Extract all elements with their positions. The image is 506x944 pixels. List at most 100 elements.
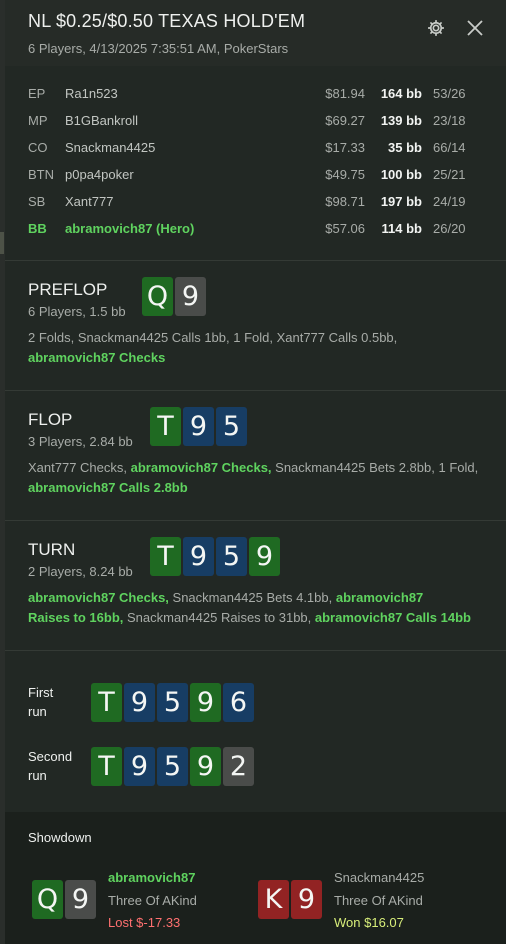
player-row[interactable]: CO Snackman4425 $17.33 35 bb 66/14	[5, 134, 506, 161]
card: 9	[183, 537, 214, 576]
card: K	[258, 880, 289, 919]
card: 5	[216, 407, 247, 446]
card: 6	[223, 683, 254, 722]
player-stack: $57.06	[325, 221, 365, 236]
players-table: EP Ra1n523 $81.94 164 bb 53/26 MP B1GBan…	[5, 80, 506, 242]
showdown-player-name: abramovich87	[108, 870, 196, 885]
card: Q	[142, 277, 173, 316]
player-position: EP	[28, 86, 46, 101]
player-position: BTN	[28, 167, 54, 182]
street-name: TURN	[28, 540, 76, 559]
hero-action: abramovich87 Checks,	[130, 460, 272, 475]
player-position: MP	[28, 113, 48, 128]
hero-showdown-cards: Q 9	[32, 880, 96, 919]
player-stack: $81.94	[325, 86, 365, 101]
showdown-hand-rank: Three Of AKind	[108, 893, 197, 908]
card: 5	[216, 537, 247, 576]
board-cards: T 9 5 9	[150, 537, 280, 576]
hero-action: abramovich87 Checks,	[28, 590, 169, 605]
card: 5	[157, 683, 188, 722]
hero-action: Raises to 16bb,	[28, 609, 124, 625]
player-stats: 66/14	[433, 140, 466, 155]
turn-section: TURN 2 Players, 8.24 bb T 9 5 9 abramovi…	[5, 521, 506, 650]
player-stack-bb: 100 bb	[380, 167, 422, 182]
street-info: 3 Players, 2.84 bb	[28, 434, 133, 449]
first-run-label: First run	[28, 685, 54, 719]
player-stack-bb: 197 bb	[380, 194, 422, 209]
player-name: abramovich87 (Hero)	[65, 221, 195, 236]
player-row[interactable]: EP Ra1n523 $81.94 164 bb 53/26	[5, 80, 506, 107]
player-position: SB	[28, 194, 46, 209]
player-stack-bb: 139 bb	[380, 113, 422, 128]
card: 5	[157, 747, 188, 786]
card: 9	[190, 683, 221, 722]
showdown-player-name: Snackman4425	[334, 870, 425, 885]
player-row[interactable]: MP B1GBankroll $69.27 139 bb 23/18	[5, 107, 506, 134]
card: T	[150, 407, 181, 446]
player-name: B1GBankroll	[65, 113, 138, 128]
card: 9	[249, 537, 280, 576]
hole-cards: Q 9	[142, 277, 206, 316]
showdown-section: Showdown Q 9 abramovich87 Three Of AKind…	[5, 812, 506, 944]
street-actions: Xant777 Checks, abramovich87 Checks, Sna…	[28, 458, 488, 497]
player-stats: 53/26	[433, 86, 466, 101]
flop-section: FLOP 3 Players, 2.84 bb T 9 5 Xant777 Ch…	[5, 391, 506, 520]
hero-action: abramovich87 Checks	[28, 349, 166, 365]
player-stats: 23/18	[433, 113, 466, 128]
card: Q	[32, 880, 63, 919]
board-cards: T 9 5	[150, 407, 247, 446]
action-text: 2 Folds, Snackman4425 Calls 1bb, 1 Fold,…	[28, 330, 398, 345]
street-info: 2 Players, 8.24 bb	[28, 564, 133, 579]
card: 9	[291, 880, 322, 919]
player-stack-bb: 114 bb	[381, 221, 422, 236]
card: 9	[175, 277, 206, 316]
first-run-board: T 9 5 9 6	[91, 683, 254, 722]
hero-player-row[interactable]: BB abramovich87 (Hero) $57.06 114 bb 26/…	[5, 215, 506, 242]
second-run-label: Second run	[28, 749, 73, 783]
hero-action: abramovich87 Calls 2.8bb	[28, 479, 188, 495]
hero-action: abramovich87	[335, 590, 424, 605]
card: 2	[223, 747, 254, 786]
player-name: p0pa4poker	[65, 167, 134, 182]
player-stack-bb: 35 bb	[388, 140, 422, 155]
action-text: Xant777 Checks,	[28, 460, 131, 475]
hand-history-panel: NL $0.25/$0.50 TEXAS HOLD'EM 6 Players, …	[5, 0, 506, 944]
player-position: BB	[28, 221, 47, 236]
player-position: CO	[28, 140, 48, 155]
player-name: Ra1n523	[65, 86, 118, 101]
street-info: 6 Players, 1.5 bb	[28, 304, 126, 319]
panel-header: NL $0.25/$0.50 TEXAS HOLD'EM 6 Players, …	[5, 0, 506, 66]
edge-marker	[0, 232, 4, 254]
player-stats: 24/19	[433, 194, 466, 209]
villain-showdown-cards: K 9	[258, 880, 322, 919]
card: T	[91, 683, 122, 722]
card: T	[150, 537, 181, 576]
preflop-section: PREFLOP 6 Players, 1.5 bb Q 9 2 Folds, S…	[5, 261, 506, 390]
showdown-title: Showdown	[28, 830, 92, 845]
player-stack-bb: 164 bb	[380, 86, 422, 101]
player-stack: $49.75	[325, 167, 365, 182]
card: 9	[190, 747, 221, 786]
showdown-hand-rank: Three Of AKind	[334, 893, 423, 908]
showdown-result: Won $16.07	[334, 915, 404, 930]
card: 9	[124, 747, 155, 786]
close-icon[interactable]	[464, 17, 486, 39]
hero-action: abramovich87 Calls 14bb	[314, 609, 471, 625]
player-stats: 26/20	[433, 221, 466, 236]
game-title: NL $0.25/$0.50 TEXAS HOLD'EM	[28, 11, 306, 31]
player-stack: $69.27	[325, 113, 365, 128]
player-stack: $98.71	[325, 194, 365, 209]
player-name: Xant777	[65, 194, 114, 209]
player-row[interactable]: SB Xant777 $98.71 197 bb 24/19	[5, 188, 506, 215]
card: T	[91, 747, 122, 786]
card: 9	[124, 683, 155, 722]
street-name: FLOP	[28, 410, 73, 429]
player-name: Snackman4425	[65, 140, 156, 155]
run-it-twice-section: First run T 9 5 9 6 Second run T 9 5 9 2	[5, 651, 506, 811]
second-run-board: T 9 5 9 2	[91, 747, 254, 786]
player-row[interactable]: BTN p0pa4poker $49.75 100 bb 25/21	[5, 161, 506, 188]
showdown-result: Lost $-17.33	[108, 915, 181, 930]
street-actions: abramovich87 Checks, Snackman4425 Bets 4…	[28, 588, 488, 627]
player-stats: 25/21	[433, 167, 466, 182]
gear-icon[interactable]	[426, 18, 446, 38]
